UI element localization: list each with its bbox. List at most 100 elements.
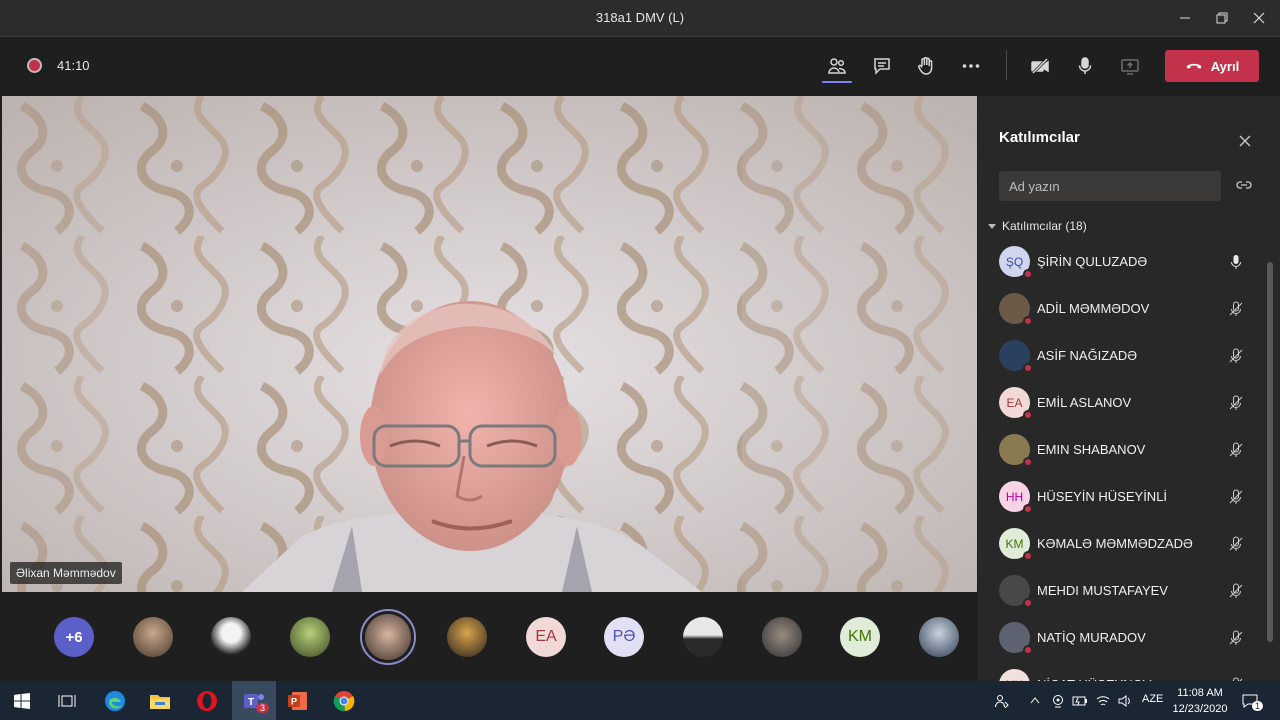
camera-toggle-button[interactable]: [1025, 51, 1055, 81]
participant-avatar: HH: [999, 481, 1033, 514]
participant-list: ŞQ ŞİRİN QULUZADƏ ADİL MƏMMƏDOV ASİF NAĞIZA…: [978, 238, 1268, 681]
meeting-timer: 41:10: [57, 58, 90, 73]
microphone-muted-icon[interactable]: [1228, 395, 1244, 411]
panel-scrollbar[interactable]: [1267, 262, 1273, 642]
participant-row[interactable]: ŞQ ŞİRİN QULUZADƏ: [978, 238, 1268, 285]
volume-icon[interactable]: [1118, 694, 1132, 708]
windows-taskbar: T 3 P AZE 11:08 AM 12/23/2020 1: [0, 681, 1280, 720]
input-language[interactable]: AZE: [1142, 693, 1163, 705]
taskbar-edge[interactable]: [93, 681, 137, 720]
participant-avatar[interactable]: [211, 617, 251, 657]
clock-time: 11:08 AM: [1177, 687, 1223, 699]
raise-hand-button[interactable]: [911, 51, 941, 81]
leave-label: Ayrıl: [1210, 58, 1240, 74]
participant-name: MEHDI MUSTAFAYEV: [1037, 583, 1168, 598]
panel-title: Katılımcılar: [999, 129, 1080, 146]
participant-avatar[interactable]: [447, 617, 487, 657]
participant-avatar-initials[interactable]: EA: [526, 617, 566, 657]
toolbar-divider: [1006, 50, 1007, 80]
participant-search-input[interactable]: [999, 171, 1221, 201]
start-button[interactable]: [0, 681, 44, 720]
task-view-icon: [58, 694, 76, 707]
participant-initials: HH: [1005, 489, 1024, 504]
teams-badge: 3: [256, 703, 270, 713]
participant-row[interactable]: ASİF NAĞIZADƏ: [978, 332, 1268, 379]
participant-avatar-initials[interactable]: PƏ: [604, 617, 644, 657]
participants-panel: Katılımcılar Katılımcılar (18) ŞQ ŞİRİN Q…: [978, 96, 1280, 681]
participant-avatar[interactable]: [919, 617, 959, 657]
more-participants-button[interactable]: +6: [54, 617, 94, 657]
minimize-button[interactable]: [1166, 4, 1204, 32]
close-icon: [1253, 12, 1265, 24]
participant-avatar-initials[interactable]: KM: [840, 617, 880, 657]
participant-avatar[interactable]: [290, 617, 330, 657]
close-panel-button[interactable]: [1236, 132, 1254, 150]
notification-count: 1: [1252, 701, 1264, 711]
share-screen-button[interactable]: [1115, 51, 1145, 81]
presence-busy-icon: [1023, 410, 1033, 420]
more-actions-button[interactable]: [956, 51, 986, 81]
main-video-stage[interactable]: [2, 96, 977, 592]
show-participants-button[interactable]: [822, 51, 852, 83]
participant-row[interactable]: MEHDI MUSTAFAYEV: [978, 567, 1268, 614]
speaker-name-tag: Əlixan Məmmədov: [10, 562, 122, 584]
participant-row[interactable]: NATİQ MURADOV: [978, 614, 1268, 661]
participant-avatar[interactable]: [683, 617, 723, 657]
leave-button[interactable]: Ayrıl: [1165, 50, 1259, 82]
hand-icon: [918, 56, 933, 75]
windows-logo-icon: [14, 692, 30, 709]
meeting-toolbar: 41:10 Ayrıl: [0, 38, 1280, 95]
active-speaker-avatar[interactable]: [360, 609, 416, 665]
chevron-up-icon[interactable]: [1030, 696, 1040, 704]
window-title: 318a1 DMV (L): [595, 10, 685, 25]
participant-avatar: NH: [999, 669, 1030, 681]
microphone-muted-icon[interactable]: [1228, 536, 1244, 552]
participant-row[interactable]: EMIN SHABANOV: [978, 426, 1268, 473]
taskbar-powerpoint[interactable]: P: [276, 681, 320, 720]
mic-toggle-button[interactable]: [1070, 51, 1100, 81]
microphone-muted-icon[interactable]: [1228, 489, 1244, 505]
participant-name: HÜSEYİN HÜSEYİNLİ: [1037, 489, 1168, 504]
microphone-muted-icon[interactable]: [1228, 301, 1244, 317]
participant-row[interactable]: ADİL MƏMMƏDOV: [978, 285, 1268, 332]
microphone-muted-icon[interactable]: [1228, 348, 1244, 364]
battery-icon[interactable]: [1072, 695, 1088, 707]
microphone-on-icon[interactable]: [1228, 254, 1244, 270]
taskbar-chrome[interactable]: [322, 681, 366, 720]
participant-name: ADİL MƏMMƏDOV: [1037, 301, 1150, 316]
svg-text:T: T: [248, 697, 254, 708]
active-speaker-photo: [365, 614, 411, 660]
show-chat-button[interactable]: [867, 51, 897, 81]
taskbar-teams[interactable]: T 3: [232, 681, 276, 720]
participant-row[interactable]: EA EMİL ASLANOV: [978, 379, 1268, 426]
participants-section-toggle[interactable]: Katılımcılar (18): [988, 219, 1087, 233]
taskbar-opera[interactable]: [185, 681, 229, 720]
chat-icon: [874, 58, 890, 75]
webcam-icon[interactable]: [1052, 694, 1064, 708]
participant-name: EMİL ASLANOV: [1037, 395, 1132, 410]
close-window-button[interactable]: [1240, 4, 1278, 32]
microphone-muted-icon[interactable]: [1228, 630, 1244, 646]
share-invite-icon[interactable]: [1236, 177, 1252, 193]
presence-busy-icon: [1023, 504, 1033, 514]
participant-avatar: [999, 622, 1033, 655]
participant-avatar[interactable]: [762, 617, 802, 657]
microphone-muted-icon[interactable]: [1228, 583, 1244, 599]
participant-row[interactable]: KM KƏMALƏ MƏMMƏDZADƏ: [978, 520, 1268, 567]
microphone-muted-icon[interactable]: [1228, 442, 1244, 458]
chrome-icon: [333, 690, 355, 711]
system-clock[interactable]: 11:08 AM 12/23/2020: [1170, 685, 1230, 717]
people-icon[interactable]: [995, 694, 1009, 708]
participant-row[interactable]: HH HÜSEYİN HÜSEYİNLİ: [978, 473, 1268, 520]
task-view-button[interactable]: [45, 681, 89, 720]
taskbar-file-explorer[interactable]: [138, 681, 182, 720]
maximize-button[interactable]: [1203, 4, 1241, 32]
hang-up-icon: [1186, 63, 1202, 69]
participant-avatar[interactable]: [133, 617, 173, 657]
participant-avatar: [999, 434, 1033, 467]
edge-icon: [105, 690, 125, 711]
participant-row[interactable]: NHNİCAT HÜSEYNOV: [978, 661, 1268, 681]
clock-date: 12/23/2020: [1172, 703, 1228, 715]
wifi-icon[interactable]: [1096, 694, 1110, 708]
presence-busy-icon: [1023, 645, 1033, 655]
